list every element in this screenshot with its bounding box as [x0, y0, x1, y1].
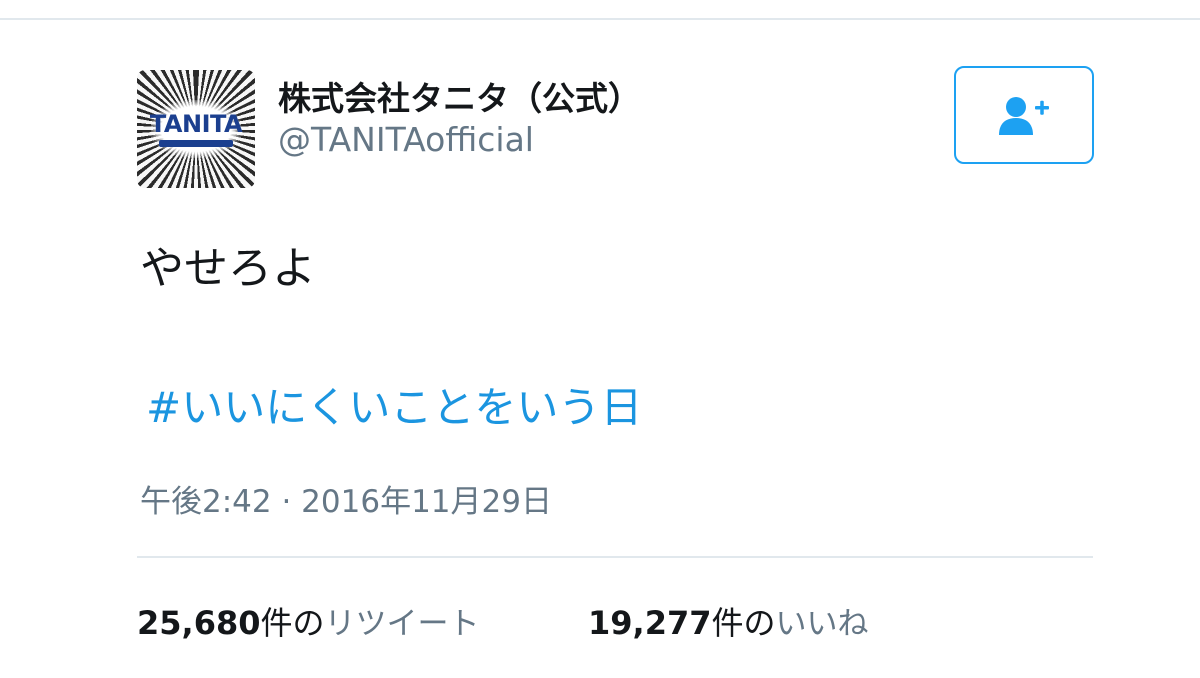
tweet-text: やせろよ	[140, 243, 316, 294]
like-count[interactable]: 19,277件のいいね	[588, 598, 869, 644]
retweet-count-value: 25,680	[137, 604, 261, 642]
avatar[interactable]: TANITA	[137, 70, 255, 188]
author-display-name[interactable]: 株式会社タニタ（公式）	[278, 72, 641, 120]
retweet-count-unit: 件の	[260, 604, 325, 642]
like-count-unit: 件の	[711, 604, 776, 642]
follow-button[interactable]	[954, 66, 1094, 164]
like-label: いいね	[775, 606, 869, 642]
avatar-logo-bar	[159, 140, 233, 147]
like-count-value: 19,277	[588, 604, 712, 642]
retweet-count[interactable]: 25,680件のリツイート	[137, 598, 480, 644]
add-user-icon	[999, 97, 1049, 135]
retweet-label: リツイート	[324, 606, 480, 642]
hashtag-link[interactable]: #いいにくいことをいう日	[146, 374, 642, 435]
tweet-timestamp[interactable]: 午後2:42 · 2016年11月29日	[140, 476, 552, 521]
avatar-logo: TANITA	[149, 110, 243, 138]
top-divider	[0, 18, 1200, 20]
stats-divider	[137, 556, 1093, 558]
author-handle[interactable]: @TANITAofficial	[278, 120, 534, 159]
